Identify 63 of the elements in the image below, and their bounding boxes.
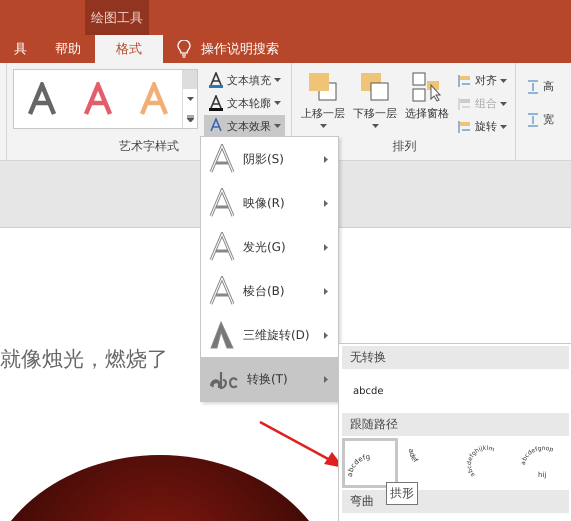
ribbon-tab[interactable]: 帮助 xyxy=(41,35,95,63)
ribbon-tab[interactable]: 具 xyxy=(0,35,41,63)
tooltip: 拱形 xyxy=(386,482,418,505)
arrange-icon xyxy=(458,96,472,110)
text-effect-icon xyxy=(208,118,224,134)
more-icon[interactable] xyxy=(186,114,194,122)
text-command-button[interactable]: 文本效果 xyxy=(204,115,285,137)
text-command-button[interactable]: 文本轮廓 xyxy=(204,92,285,114)
arrange-small-button[interactable]: 对齐 xyxy=(456,69,509,92)
caret-icon xyxy=(500,102,507,106)
arrange-small-button[interactable]: 旋转 xyxy=(456,115,509,138)
shadow-letter-icon xyxy=(209,144,235,174)
text-command-button[interactable]: 文本填充 xyxy=(204,69,285,91)
glow-letter-icon xyxy=(209,232,235,262)
submenu-arrow-icon xyxy=(324,288,328,294)
submenu-arrow-icon xyxy=(324,200,328,206)
selection-pane-icon xyxy=(411,71,443,103)
rotated-letter-icon xyxy=(209,320,235,350)
letter-a-icon xyxy=(139,82,169,116)
arrange-icon xyxy=(458,74,472,88)
menu-item[interactable]: 棱台(B) xyxy=(201,269,338,313)
ribbon-tab[interactable]: 格式 xyxy=(95,35,163,63)
tell-me-search[interactable]: 操作说明搜索 xyxy=(201,40,279,58)
caret-icon xyxy=(500,78,507,82)
caret-icon xyxy=(500,124,507,128)
caret-icon xyxy=(372,124,378,128)
section-header: 无转换 xyxy=(342,346,569,369)
size-button[interactable]: 高 xyxy=(524,75,556,98)
size-icon xyxy=(526,78,540,94)
menu-item[interactable]: 映像(R) xyxy=(201,181,338,225)
group-label: 艺术字样式 xyxy=(119,138,179,155)
bring-forward-icon xyxy=(307,71,339,103)
wordart-gallery[interactable] xyxy=(13,69,198,129)
letter-a-icon xyxy=(27,82,57,116)
caret-icon xyxy=(274,124,281,128)
size-icon xyxy=(526,112,540,128)
submenu-arrow-icon xyxy=(324,156,328,162)
caret-icon xyxy=(320,124,326,128)
submenu-arrow-icon xyxy=(324,244,328,250)
reflection-letter-icon xyxy=(209,188,235,218)
text-fill-icon xyxy=(208,72,224,88)
bevel-letter-icon xyxy=(209,276,235,306)
slide-text: 就像烛光，燃烧了 xyxy=(0,346,168,373)
submenu-arrow-icon xyxy=(324,376,328,382)
size-button[interactable]: 宽 xyxy=(524,108,556,131)
caret-icon xyxy=(186,96,194,101)
send-backward-icon xyxy=(359,71,391,103)
caret-icon xyxy=(274,101,281,105)
menu-item[interactable]: 转换(T) xyxy=(201,357,338,401)
menu-item[interactable]: 发光(G) xyxy=(201,225,338,269)
group-label: 排列 xyxy=(392,138,416,155)
section-header: 跟随路径 xyxy=(342,413,569,436)
plain-text-option[interactable]: abcde xyxy=(339,371,571,411)
lightbulb-icon xyxy=(177,40,191,58)
arrange-button[interactable]: 下移一层 xyxy=(352,69,398,138)
letter-a-icon xyxy=(83,82,113,116)
menu-item[interactable]: 阴影(S) xyxy=(201,137,338,181)
arrange-button[interactable]: 选择窗格 xyxy=(404,69,450,138)
text-outline-icon xyxy=(208,95,224,111)
submenu-arrow-icon xyxy=(324,332,328,338)
menu-item[interactable]: 三维旋转(D) xyxy=(201,313,338,357)
arrange-icon xyxy=(458,120,472,134)
caret-icon xyxy=(274,78,281,82)
